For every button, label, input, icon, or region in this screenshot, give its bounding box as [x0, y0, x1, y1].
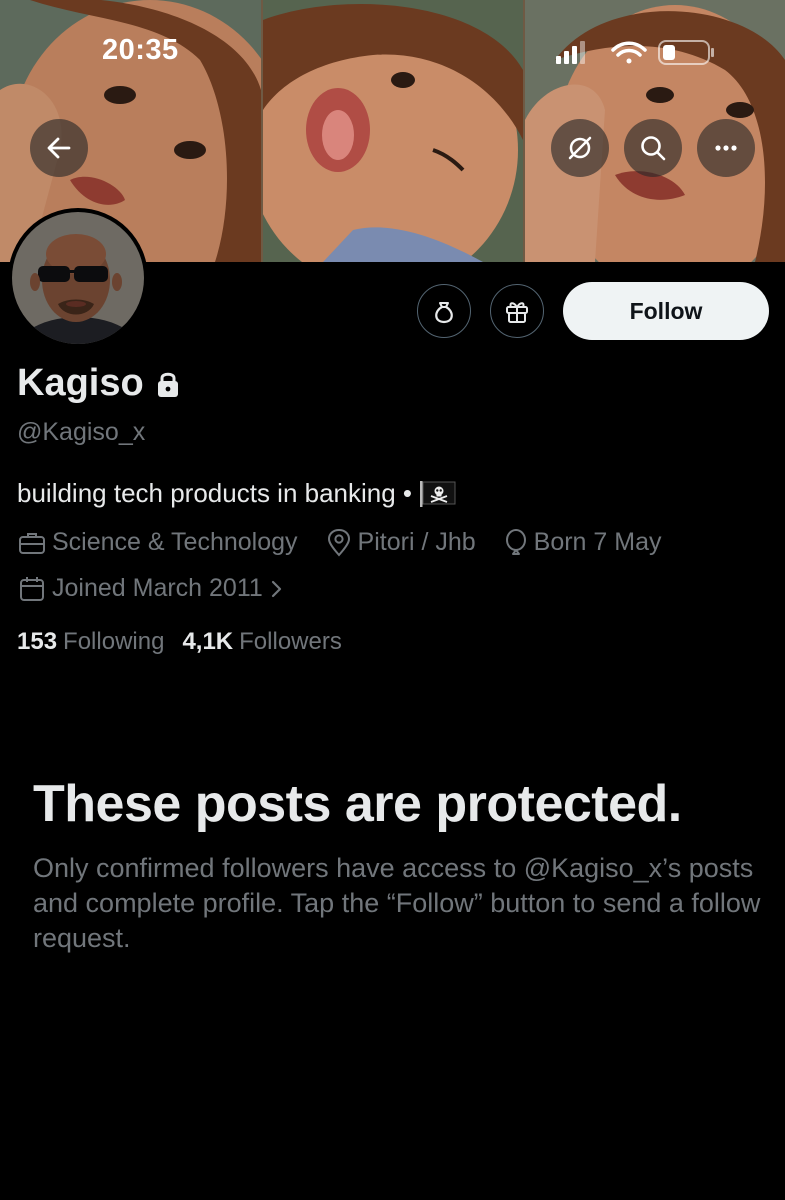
cellular-signal-icon	[556, 41, 585, 64]
protected-posts-description: Only confirmed followers have access to …	[33, 853, 761, 953]
banner-photo-2	[263, 0, 523, 262]
more-horizontal-icon	[715, 145, 737, 151]
followers-count: 4,1K	[182, 628, 234, 655]
follow-button[interactable]: Follow	[563, 282, 769, 340]
display-name-row: Kagiso	[17, 362, 180, 405]
joined-text: Joined March 2011	[52, 574, 263, 602]
translate-button[interactable]	[551, 119, 609, 177]
arrow-left-icon	[47, 137, 71, 159]
profile-joined[interactable]: Joined March 2011	[18, 574, 283, 603]
arrows-sync-icon	[568, 136, 592, 160]
gift-icon	[506, 302, 528, 323]
follow-stats: 153 Following 4,1K Followers	[17, 628, 342, 656]
gift-button[interactable]	[490, 284, 544, 338]
followers-label: Followers	[239, 628, 342, 655]
status-bar-time: 20:35	[102, 34, 179, 66]
display-name: Kagiso	[17, 362, 144, 404]
location-text: Pitori / Jhb	[357, 528, 476, 556]
following-count: 153	[17, 628, 58, 655]
chevron-right-icon	[271, 580, 281, 597]
balloon-icon	[505, 528, 526, 555]
battery-icon	[658, 40, 714, 65]
money-bag-icon	[435, 302, 453, 324]
status-bar-icons	[556, 40, 714, 65]
calendar-icon	[20, 576, 44, 601]
category-text: Science & Technology	[52, 528, 298, 556]
following-label: Following	[63, 628, 165, 655]
search-icon	[641, 136, 666, 161]
briefcase-icon	[19, 532, 45, 554]
profile-banner[interactable]: 20:35	[0, 0, 785, 262]
lock-icon	[157, 372, 178, 397]
location-pin-icon	[327, 528, 350, 557]
search-button[interactable]	[624, 119, 682, 177]
following-link[interactable]: 153 Following	[17, 628, 164, 656]
profile-bio: building tech products in banking •	[17, 478, 456, 509]
protected-posts-title: These posts are protected.	[33, 775, 682, 833]
profile-birthday: Born 7 May	[504, 528, 662, 557]
birthday-text: Born 7 May	[533, 528, 662, 556]
profile-joined-row[interactable]: Joined March 2011	[18, 574, 311, 603]
profile-location: Pitori / Jhb	[326, 528, 476, 557]
profile-category: Science & Technology	[18, 528, 298, 557]
back-button[interactable]	[30, 119, 88, 177]
pirate-flag-emoji	[420, 480, 456, 507]
profile-meta-row: Science & Technology Pitori / Jhb Born 7…	[18, 528, 690, 557]
wifi-icon	[611, 41, 647, 64]
followers-link[interactable]: 4,1K Followers	[182, 628, 341, 656]
profile-handle: @Kagiso_x	[17, 418, 146, 446]
tip-button[interactable]	[417, 284, 471, 338]
avatar[interactable]	[12, 212, 144, 344]
more-options-button[interactable]	[697, 119, 755, 177]
bio-text: building tech products in banking •	[17, 478, 413, 508]
